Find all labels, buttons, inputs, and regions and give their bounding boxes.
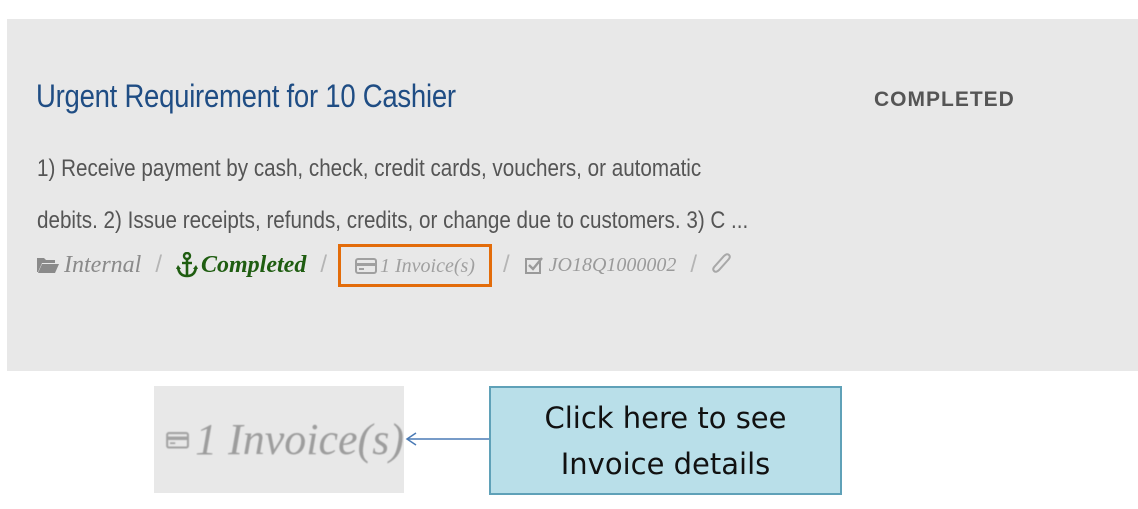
callout-text: Click here to see Invoice details bbox=[544, 395, 786, 487]
job-meta-bar: Internal / Completed / 1 Invoice(s) / JO… bbox=[36, 243, 733, 287]
invoice-link[interactable]: 1 Invoice(s) bbox=[338, 243, 492, 287]
folder-open-icon bbox=[37, 258, 59, 273]
checked-box-icon bbox=[524, 257, 543, 274]
job-description-line: debits. 2) Issue receipts, refunds, cred… bbox=[37, 207, 749, 234]
callout-line: Click here to see bbox=[544, 400, 787, 435]
callout-line: Invoice details bbox=[560, 446, 771, 481]
credit-card-icon bbox=[166, 431, 189, 449]
category-label: Internal bbox=[64, 251, 142, 278]
zoom-invoice-label: 1 Invoice(s) bbox=[195, 415, 404, 464]
meta-separator: / bbox=[155, 251, 162, 278]
job-title-link[interactable]: Urgent Requirement for 10 Cashier bbox=[36, 78, 456, 115]
job-description: 1) Receive payment by cash, check, credi… bbox=[37, 143, 749, 247]
job-order-id: JO18Q1000002 bbox=[548, 253, 677, 276]
category-item: Internal bbox=[36, 252, 141, 279]
pointer-arrow bbox=[405, 432, 490, 446]
instruction-callout: Click here to see Invoice details bbox=[489, 386, 842, 495]
state-label: Completed bbox=[201, 251, 307, 278]
anchor-icon bbox=[176, 252, 198, 278]
job-description-line: 1) Receive payment by cash, check, credi… bbox=[37, 155, 702, 182]
invoice-zoom-preview: 1 Invoice(s) bbox=[154, 386, 404, 493]
meta-separator: / bbox=[320, 251, 327, 278]
credit-card-icon bbox=[355, 258, 377, 274]
attachment-item[interactable] bbox=[711, 253, 733, 277]
meta-separator: / bbox=[690, 251, 698, 278]
invoice-count-label: 1 Invoice(s) bbox=[380, 254, 475, 277]
paperclip-icon bbox=[712, 253, 731, 273]
job-order-item: JO18Q1000002 bbox=[524, 253, 677, 277]
state-item: Completed bbox=[176, 252, 306, 279]
meta-separator: / bbox=[502, 251, 510, 278]
job-status-label: COMPLETED bbox=[874, 88, 1015, 111]
